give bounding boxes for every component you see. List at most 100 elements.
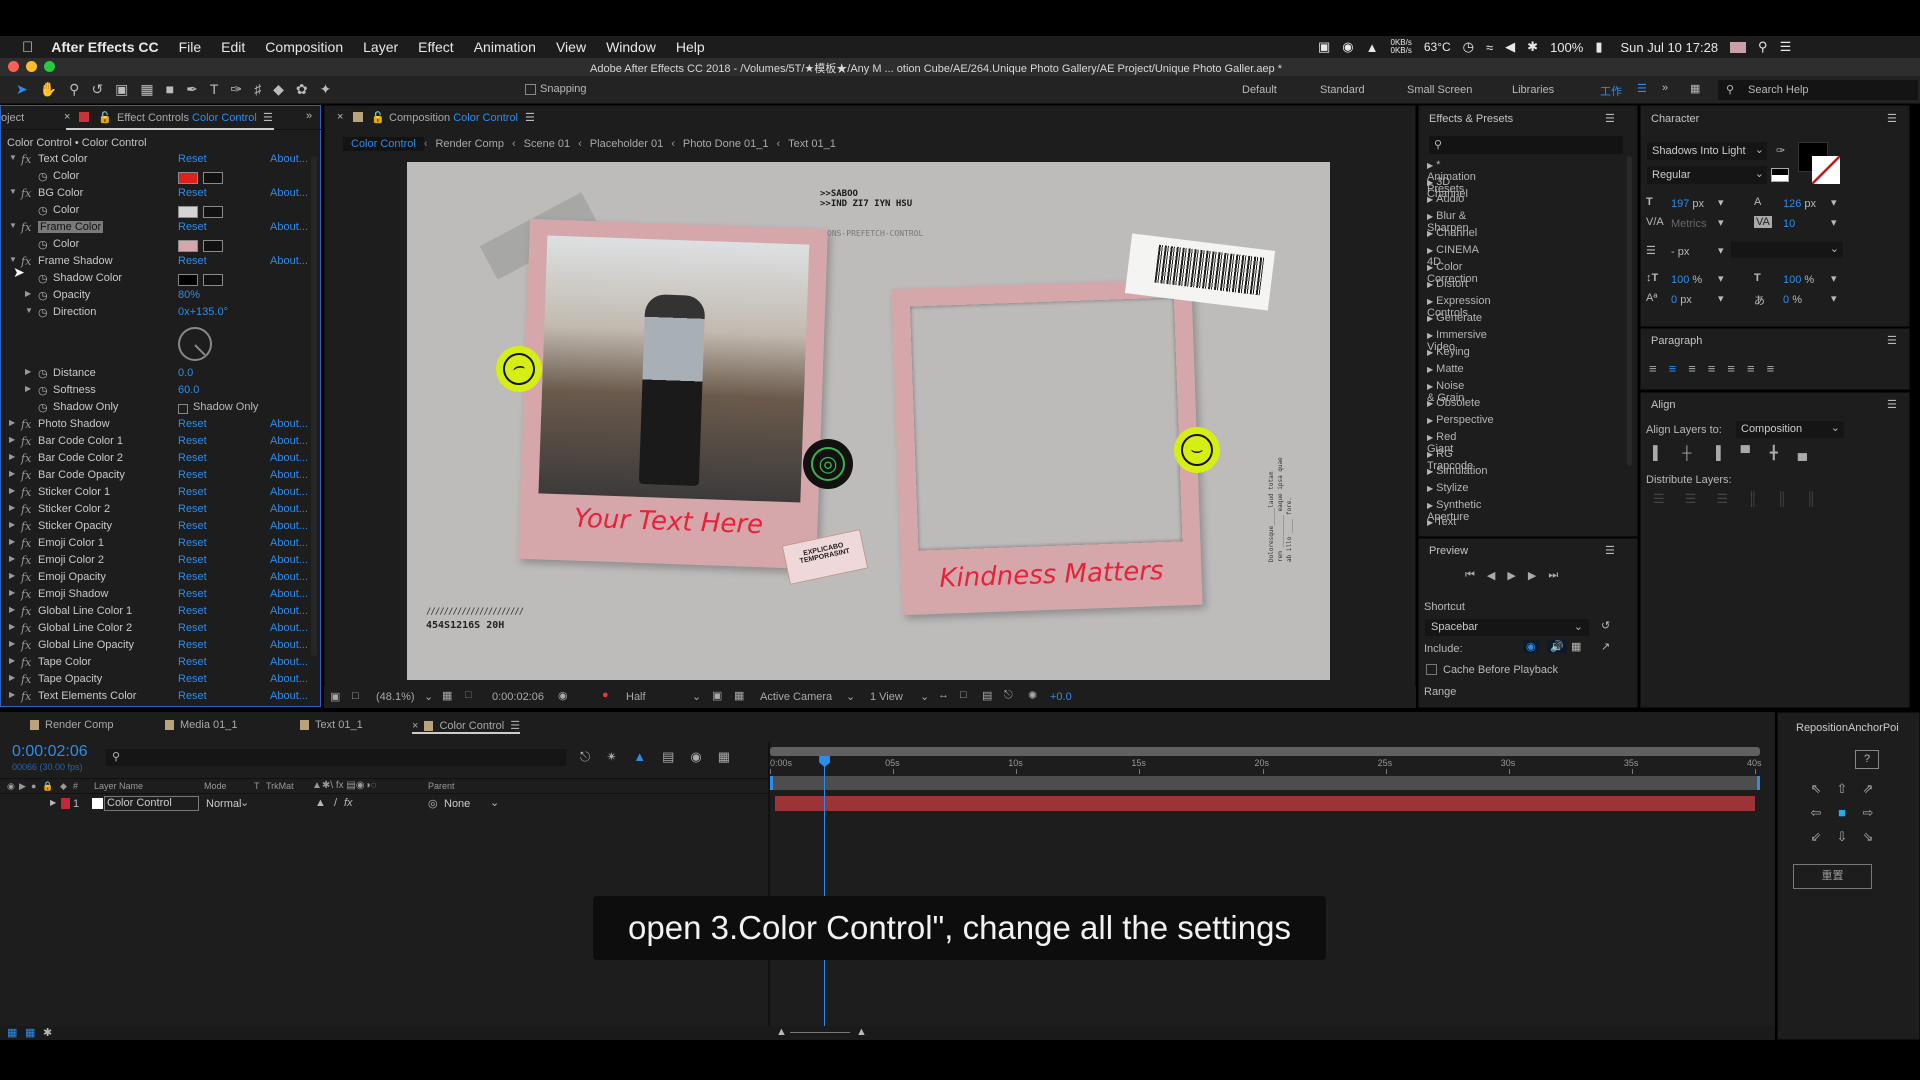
expand-triangle-icon[interactable]: ▶	[9, 503, 15, 512]
stopwatch-icon[interactable]: ◷	[38, 170, 48, 183]
justify-last-left-icon[interactable]: ≡	[1708, 361, 1716, 376]
effect-row[interactable]: ▶ fx Tape Opacity Reset About...	[1, 673, 311, 690]
expand-triangle-icon[interactable]: ▶	[1427, 365, 1433, 374]
timeline-tab[interactable]: Media 01_1	[165, 719, 238, 731]
effect-controls-tab[interactable]: Effect Controls Color Control	[117, 112, 257, 124]
transparency-grid-icon[interactable]: ▦	[734, 689, 744, 702]
expand-triangle-icon[interactable]: ▶	[1427, 280, 1433, 289]
lock-icon[interactable]: 🔓	[98, 111, 112, 124]
tracking-field[interactable]: 10	[1783, 218, 1795, 230]
reset-link[interactable]: Reset	[178, 452, 207, 464]
expand-triangle-icon[interactable]: ▶	[9, 452, 15, 461]
menu-animation[interactable]: Animation	[474, 39, 536, 55]
breadcrumb-item[interactable]: Scene 01	[516, 137, 578, 151]
quality-switch-icon[interactable]: /	[334, 797, 337, 809]
eyedropper-icon[interactable]: ✑	[1776, 144, 1785, 157]
chevron-down-icon[interactable]: ⌄	[692, 690, 701, 703]
clock[interactable]: Sun Jul 10 17:28	[1620, 40, 1718, 55]
puppet-pin-tool-icon[interactable]: ✦	[320, 81, 332, 98]
layer-name-field[interactable]: Color Control	[104, 796, 199, 811]
expand-triangle-icon[interactable]: ▶	[9, 622, 15, 631]
opacity-value[interactable]: 80%	[178, 289, 200, 301]
help-button[interactable]: ?	[1855, 750, 1879, 769]
layer-label-color[interactable]	[61, 798, 70, 809]
frame1-caption[interactable]: Your Text Here	[519, 502, 818, 542]
camera-icon[interactable]: ▣	[1318, 39, 1330, 55]
effect-category[interactable]: ▶ Channel	[1427, 227, 1477, 239]
include-overlay-icon[interactable]: ▦	[1571, 640, 1581, 653]
color-swatch[interactable]	[178, 240, 198, 252]
snapping-checkbox[interactable]	[525, 83, 536, 95]
layer-search-input[interactable]: ⚲	[106, 749, 566, 766]
fx-icon[interactable]: fx	[21, 486, 31, 499]
col-parent[interactable]: Parent	[428, 781, 455, 791]
shy-switch-icon[interactable]: ▲	[315, 797, 326, 809]
graph-editor-icon[interactable]: ▦	[718, 749, 730, 765]
align-center-icon[interactable]: ≡	[1669, 361, 1677, 376]
exposure-value[interactable]: +0.0	[1050, 691, 1072, 703]
stopwatch-icon[interactable]: ◷	[38, 367, 48, 380]
about-link[interactable]: About...	[270, 520, 308, 532]
chevron-down-icon[interactable]: ⌄	[424, 690, 433, 703]
pen-tool-icon[interactable]: ✒	[186, 81, 198, 98]
zoom-dropdown[interactable]: (48.1%)	[376, 691, 415, 703]
expand-triangle-icon[interactable]: ▶	[1427, 501, 1433, 510]
frame-blending-icon[interactable]: ▤	[662, 749, 674, 765]
expand-triangle-icon[interactable]: ▶	[1427, 348, 1433, 357]
playhead[interactable]	[819, 756, 831, 1026]
distribute-left-icon[interactable]: ║	[1748, 491, 1757, 507]
flag-icon[interactable]	[1730, 41, 1747, 53]
expand-triangle-icon[interactable]: ▶	[1427, 161, 1433, 170]
include-video-icon[interactable]: ◉	[1523, 640, 1539, 653]
anchor-top-left-icon[interactable]: ⇖	[1803, 781, 1829, 797]
zoom-window-button[interactable]	[44, 61, 55, 72]
color-swatch[interactable]	[178, 274, 198, 286]
expand-triangle-icon[interactable]: ▶	[9, 605, 15, 614]
effect-row[interactable]: ▶ fx Global Line Color 1 Reset About...	[1, 605, 311, 622]
fx-icon[interactable]: fx	[21, 588, 31, 601]
effect-category[interactable]: ▶ Keying	[1427, 346, 1470, 358]
reset-link[interactable]: Reset	[178, 571, 207, 583]
bluetooth-icon[interactable]: ✱	[1527, 39, 1538, 55]
effect-category[interactable]: ▶ Generate	[1427, 312, 1482, 324]
prev-frame-icon[interactable]: ◀	[1487, 569, 1495, 582]
panel-menu-icon[interactable]: ☰	[1887, 398, 1897, 411]
camera-tool-icon[interactable]: ▣	[115, 81, 128, 98]
reset-link[interactable]: Reset	[178, 554, 207, 566]
align-right-icon[interactable]: ≡	[1688, 361, 1696, 376]
expand-triangle-icon[interactable]: ▶	[1427, 263, 1433, 272]
effect-row[interactable]: ▶ fx Emoji Shadow Reset About...	[1, 588, 311, 605]
anchor-right-icon[interactable]: ⇨	[1855, 805, 1881, 821]
panel-menu-icon[interactable]: ☰	[1605, 544, 1615, 557]
comp-mini-flowchart-icon[interactable]: ⎋	[580, 749, 590, 765]
notification-icon[interactable]: ☰	[1780, 39, 1792, 55]
expand-triangle-icon[interactable]: ▶	[1427, 331, 1433, 340]
ws-small-screen[interactable]: Small Screen	[1407, 84, 1472, 96]
expand-triangle-icon[interactable]: ▼	[9, 153, 17, 162]
expand-triangle-icon[interactable]: ▶	[9, 673, 15, 682]
expand-triangle-icon[interactable]: ▶	[9, 571, 15, 580]
expand-triangle-icon[interactable]: ▼	[9, 255, 17, 264]
about-link[interactable]: About...	[270, 221, 308, 233]
audio-toggle-icon[interactable]: ▶	[19, 781, 26, 792]
stopwatch-icon[interactable]: ◷	[38, 272, 48, 285]
apple-icon[interactable]: 	[22, 39, 33, 56]
fx-icon[interactable]: fx	[21, 153, 31, 166]
about-link[interactable]: About...	[270, 656, 308, 668]
expand-triangle-icon[interactable]: ▶	[1427, 518, 1433, 527]
timeline-icon[interactable]: ▤	[982, 689, 992, 702]
lock-icon[interactable]: 🔓	[371, 111, 385, 124]
breadcrumb-item[interactable]: Placeholder 01	[582, 137, 671, 151]
effect-row[interactable]: ▶ fx Global Line Opacity Reset About...	[1, 639, 311, 656]
chevron-down-icon[interactable]: ⌄	[490, 796, 499, 809]
distribute-h-center-icon[interactable]: ║	[1777, 491, 1786, 507]
expand-triangle-icon[interactable]: ▶	[1427, 195, 1433, 204]
expand-triangle-icon[interactable]: ▶	[9, 486, 15, 495]
reset-link[interactable]: Reset	[178, 605, 207, 617]
snapshot-icon[interactable]: ◉	[558, 689, 568, 702]
toggle-render-icon[interactable]: ✱	[43, 1026, 52, 1039]
expand-triangle-icon[interactable]: ▶	[1427, 246, 1433, 255]
expand-triangle-icon[interactable]: ▶	[1427, 467, 1433, 476]
expand-triangle-icon[interactable]: ▶	[9, 639, 15, 648]
effect-category[interactable]: ▶ Text	[1427, 516, 1456, 528]
